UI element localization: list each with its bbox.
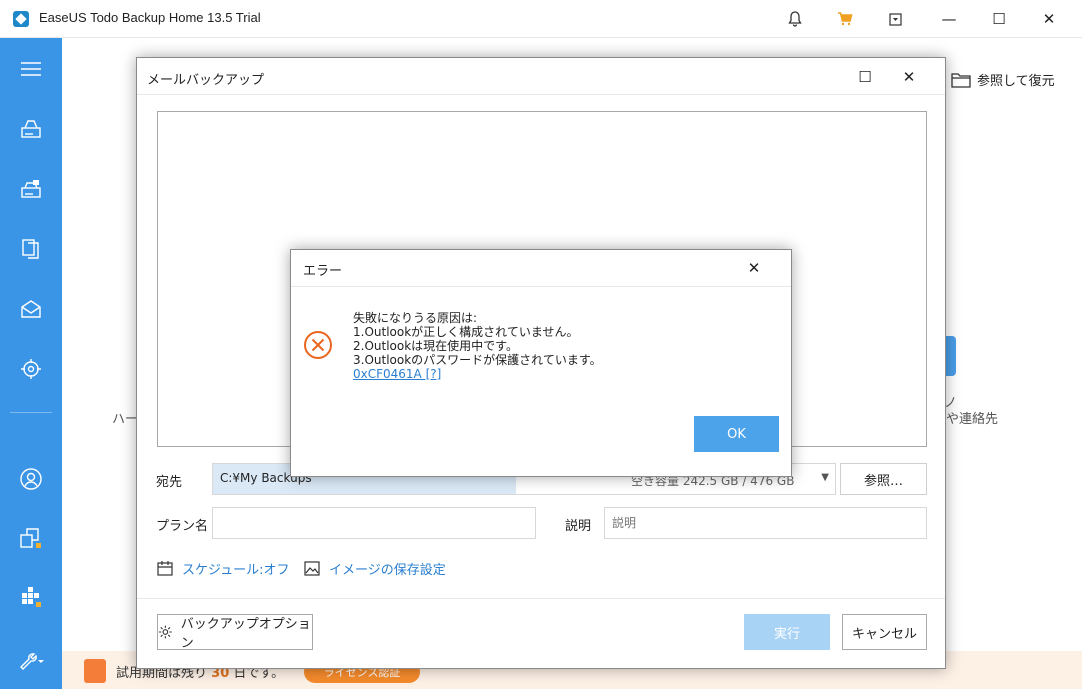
browse-button[interactable]: 参照…	[840, 463, 927, 495]
mail-backup-icon[interactable]	[0, 285, 62, 333]
disk-backup-icon[interactable]	[0, 105, 62, 153]
error-message-line: 1.Outlookが正しく構成されていません。	[353, 325, 579, 339]
browse-restore-label: 参照して復元	[977, 74, 1055, 89]
tools-grid-icon[interactable]	[0, 573, 62, 621]
dropdown-menu-icon[interactable]	[884, 8, 906, 30]
mail-dialog-close-button[interactable]: ✕	[895, 64, 923, 90]
sidebar	[0, 38, 62, 689]
chevron-down-icon[interactable]: ▼	[821, 472, 829, 483]
gear-icon	[158, 625, 172, 639]
minimize-button[interactable]: —	[924, 0, 974, 38]
close-button[interactable]: ✕	[1024, 0, 1074, 38]
error-code-link[interactable]: 0xCF0461A [?]	[353, 367, 602, 381]
image-settings-link[interactable]: イメージの保存設定	[304, 559, 446, 578]
mail-dialog-maximize-button[interactable]: ☐	[851, 64, 879, 90]
bell-icon[interactable]	[784, 8, 806, 30]
image-settings-label: イメージの保存設定	[329, 563, 446, 578]
divider	[291, 286, 791, 287]
description-label: 説明	[565, 519, 592, 534]
ok-button[interactable]: OK	[694, 416, 779, 452]
gift-icon	[84, 659, 106, 683]
bg-card-label-right: や連絡先	[946, 412, 999, 427]
destination-label: 宛先	[156, 475, 183, 490]
backup-options-button[interactable]: バックアップオプション	[157, 614, 313, 651]
browse-restore-button[interactable]: 参照して復元	[951, 70, 1055, 89]
divider	[137, 598, 945, 599]
bg-card-label-left: ハー	[112, 412, 139, 427]
wrench-icon[interactable]	[0, 635, 62, 683]
sidebar-divider	[10, 412, 52, 413]
divider	[137, 94, 945, 95]
schedule-link[interactable]: スケジュール:オフ	[157, 559, 289, 578]
clone-icon[interactable]	[0, 514, 62, 562]
schedule-link-label: スケジュール:オフ	[182, 563, 290, 578]
error-message: 失敗になりうる原因は: 1.Outlookが正しく構成されていません。 2.Ou…	[353, 311, 602, 381]
app-logo-icon	[13, 11, 29, 27]
mail-dialog-title: メールバックアップ	[147, 73, 265, 88]
file-backup-icon[interactable]	[0, 225, 62, 273]
error-message-line: 3.Outlookのパスワードが保護されています。	[353, 353, 602, 367]
description-input[interactable]	[604, 507, 927, 539]
app-titlebar: EaseUS Todo Backup Home 13.5 Trial — ☐ ✕	[0, 0, 1082, 38]
error-dialog-close-button[interactable]: ✕	[739, 254, 769, 282]
plan-name-label: プラン名	[156, 519, 209, 534]
app-title: EaseUS Todo Backup Home 13.5 Trial	[39, 10, 261, 25]
image-icon	[304, 561, 320, 576]
plan-name-input[interactable]	[212, 507, 536, 539]
error-icon	[304, 331, 332, 359]
cart-icon[interactable]	[834, 8, 856, 30]
maximize-button[interactable]: ☐	[974, 0, 1024, 38]
error-message-line: 失敗になりうる原因は:	[353, 311, 478, 325]
backup-options-label: バックアップオプション	[180, 617, 311, 651]
error-dialog-title: エラー	[303, 264, 343, 279]
cancel-button[interactable]: キャンセル	[842, 614, 927, 650]
folder-icon	[951, 72, 971, 88]
system-backup-icon[interactable]	[0, 165, 62, 213]
error-dialog: エラー ✕ 失敗になりうる原因は: 1.Outlookが正しく構成されていません…	[290, 249, 792, 477]
menu-icon[interactable]	[0, 45, 62, 93]
smart-backup-icon[interactable]	[0, 345, 62, 393]
error-message-line: 2.Outlookは現在使用中です。	[353, 339, 518, 353]
calendar-icon	[157, 561, 173, 576]
account-icon[interactable]	[0, 455, 62, 503]
run-button[interactable]: 実行	[744, 614, 830, 650]
